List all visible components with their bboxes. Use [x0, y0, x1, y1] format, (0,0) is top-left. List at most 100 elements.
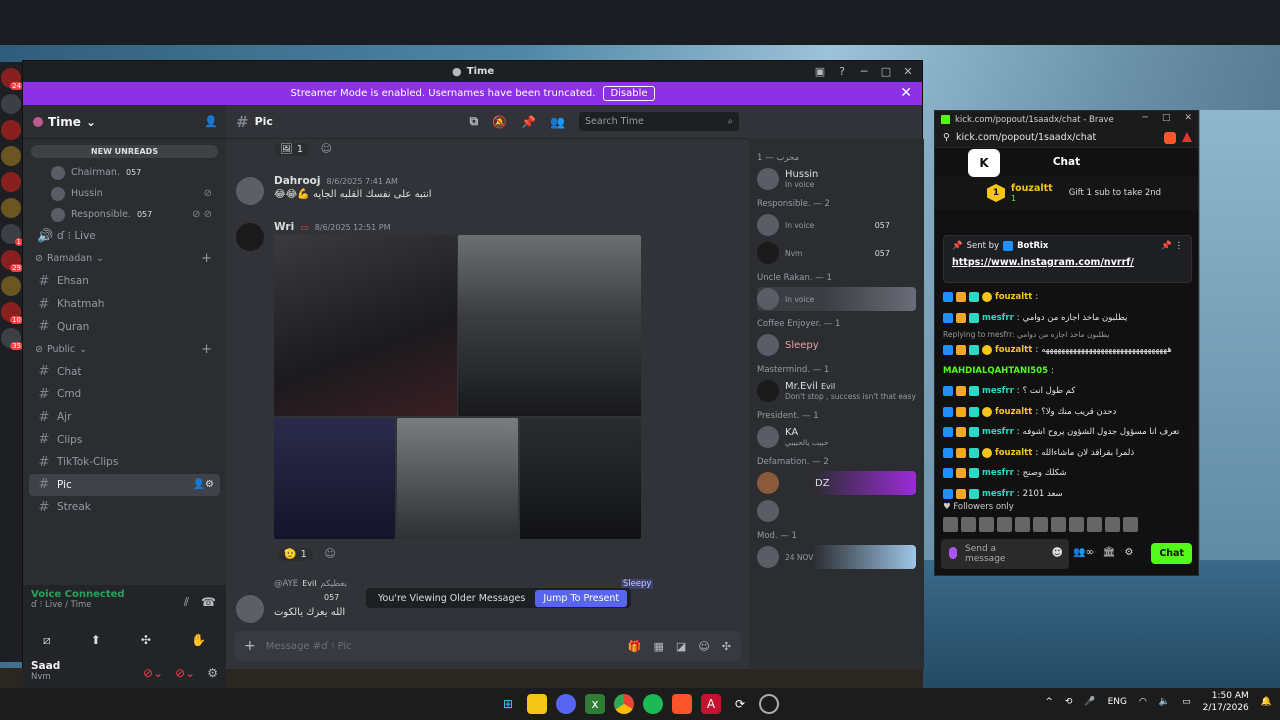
chat-message[interactable]: mesfrr:2101 سعد [943, 484, 1193, 505]
member-item[interactable]: Mr.Evil Evil Don't stop , success isn't t… [757, 379, 916, 403]
member-item[interactable]: Sleepy [757, 333, 916, 357]
server-icon[interactable] [1, 94, 21, 114]
add-channel-icon[interactable]: + [201, 251, 212, 266]
voice-user[interactable]: Hussin ⊘ [29, 183, 220, 204]
emoji-icon[interactable]: ☺ [698, 640, 709, 653]
member-item[interactable] [757, 499, 916, 523]
author-name[interactable]: Dahrooj [274, 175, 320, 187]
chat-username[interactable]: mesfrr [982, 313, 1014, 323]
mic-icon[interactable] [949, 547, 957, 559]
pin-icon[interactable]: 📌 [521, 115, 536, 129]
chat-username[interactable]: mesfrr [982, 468, 1014, 478]
mod-tools-icon[interactable]: 👥∞ [1073, 547, 1094, 558]
channel-ehsan[interactable]: # Ehsan [29, 270, 220, 293]
channel-ajr[interactable]: # Ajr [29, 406, 220, 429]
storefront-icon[interactable]: 🏛 [1103, 547, 1116, 558]
wifi-icon[interactable]: ◠ [1139, 697, 1147, 707]
invite-people-icon[interactable]: 👤 [204, 115, 218, 128]
notification-icon[interactable]: 🔔 [1261, 697, 1272, 707]
apps-icon[interactable]: ✣ [722, 640, 731, 653]
close-icon[interactable]: ✕ [1184, 113, 1192, 123]
emoji-icon[interactable]: ☻ [1052, 547, 1063, 558]
chat-message[interactable]: mesfrr: كم طول انت ؟ [943, 381, 1193, 402]
language-indicator[interactable]: ENG [1108, 697, 1127, 707]
emote[interactable] [1069, 517, 1084, 532]
chevron-up-icon[interactable]: ^ [1045, 697, 1053, 707]
chat-message[interactable]: mesfrr: شكلك وصنج [943, 463, 1193, 484]
channel-cmd[interactable]: # Cmd [29, 383, 220, 406]
channel-live[interactable]: 🔊 ɗ ⁝ Live [29, 225, 220, 248]
chat-message[interactable]: fouzaltt: ذلمرا بقراقد لان ماشاءالله [943, 443, 1193, 464]
server-icon[interactable]: 24 [1, 68, 23, 90]
gif-icon[interactable]: ▦ [654, 640, 664, 653]
minimize-icon[interactable]: ─ [1143, 113, 1148, 123]
brave-shields-icon[interactable] [1164, 132, 1176, 144]
pinned-link[interactable]: https://www.instagram.com/nvrrf/ [952, 257, 1183, 268]
noise-suppression-icon[interactable]: ⫽ [184, 595, 189, 610]
start-menu-icon[interactable]: ⊞ [498, 694, 518, 714]
sync-icon[interactable]: ⟳ [730, 694, 750, 714]
chat-username[interactable]: fouzaltt [995, 448, 1032, 458]
chat-username[interactable]: mesfrr [982, 386, 1014, 396]
activities-icon[interactable]: ✣ [141, 633, 151, 647]
emote[interactable] [1015, 517, 1030, 532]
add-attachment-icon[interactable]: + [244, 638, 256, 654]
gear-icon[interactable]: ⚙ [207, 666, 218, 680]
member-item[interactable]: KA حبيب يالحبيبي [757, 425, 916, 449]
avatar[interactable] [236, 595, 264, 623]
server-icon[interactable] [1, 146, 21, 166]
volume-icon[interactable]: 🔈 [1159, 697, 1170, 707]
emote[interactable] [1123, 517, 1138, 532]
channel-chat[interactable]: # Chat [29, 361, 220, 384]
members-icon[interactable]: 👥 [550, 115, 565, 129]
emote[interactable] [997, 517, 1012, 532]
add-channel-icon[interactable]: + [201, 342, 212, 357]
channel-quran[interactable]: # Quran [29, 315, 220, 338]
brave-rewards-icon[interactable] [1182, 132, 1192, 142]
chat-username[interactable]: fouzaltt [995, 345, 1032, 355]
channel-pic[interactable]: # Pic 👤⚙ [29, 473, 220, 497]
search-input[interactable]: Search Time ⌕ [579, 112, 739, 131]
member-item[interactable]: DZ [757, 471, 916, 495]
reaction-button[interactable]: 🫡 1 [278, 548, 313, 561]
add-reaction-icon[interactable]: ☺ [321, 142, 332, 155]
chat-message[interactable]: fouzaltt: ههههههههههههههههههههههههههههههه… [943, 340, 1193, 361]
attachment-image[interactable] [274, 418, 395, 539]
send-chat-button[interactable]: Chat [1151, 543, 1192, 564]
jump-to-present-button[interactable]: Jump To Present [535, 589, 628, 607]
battery-icon[interactable]: ▭ [1182, 697, 1191, 707]
site-settings-icon[interactable]: ⚲ [943, 132, 950, 143]
inbox-icon[interactable]: ▣ [814, 65, 826, 78]
deafened-icon[interactable]: ⊘⌄ [175, 666, 195, 680]
kick-message-input[interactable]: Send a message ☻ [941, 539, 1069, 569]
new-unreads-badge[interactable]: NEW UNREADS [31, 145, 218, 158]
attachment-image[interactable] [274, 235, 457, 416]
server-icon[interactable]: 29 [1, 250, 23, 272]
voice-user[interactable]: Responsible. 057 ⊘ ⊘ [29, 204, 220, 225]
message-composer[interactable]: + Message #ɗ ⁝ Pic 🎁 ▦ ◪ ☺ ✣ [234, 631, 741, 661]
gift-leaderboard[interactable]: 1 fouzaltt 1 Gift 1 sub to take 2nd [935, 176, 1198, 210]
avatar[interactable] [236, 177, 264, 205]
file-explorer-icon[interactable] [527, 694, 547, 714]
guild-header[interactable]: Time ⌄ 👤 [23, 105, 226, 139]
chat-message[interactable]: MAHDIALQAHTANI505: [943, 361, 1193, 382]
emote[interactable] [961, 517, 976, 532]
gear-icon[interactable]: ⚙ [1124, 547, 1133, 558]
sticker-icon[interactable]: ◪ [676, 640, 686, 653]
minimize-icon[interactable]: ─ [858, 65, 870, 78]
discord-icon[interactable] [556, 694, 576, 714]
server-icon[interactable]: 10 [1, 302, 23, 324]
threads-icon[interactable]: ⧉ [470, 114, 479, 129]
screen-share-icon[interactable]: ⬆ [91, 633, 101, 647]
camera-off-icon[interactable]: ⧄ [43, 633, 51, 648]
spotify-icon[interactable] [643, 694, 663, 714]
clock[interactable]: 1:50 AM 2/17/2026 [1203, 690, 1249, 714]
reaction-button[interactable]: 🖼 1 [274, 143, 310, 156]
brave-icon[interactable] [672, 694, 692, 714]
notification-muted-icon[interactable]: 🔕 [492, 115, 507, 129]
emote[interactable] [943, 517, 958, 532]
member-item[interactable]: In voice [757, 287, 916, 311]
member-item[interactable]: Hussin In voice [757, 167, 916, 191]
close-icon[interactable]: ✕ [902, 65, 914, 78]
avatar[interactable] [236, 223, 264, 251]
